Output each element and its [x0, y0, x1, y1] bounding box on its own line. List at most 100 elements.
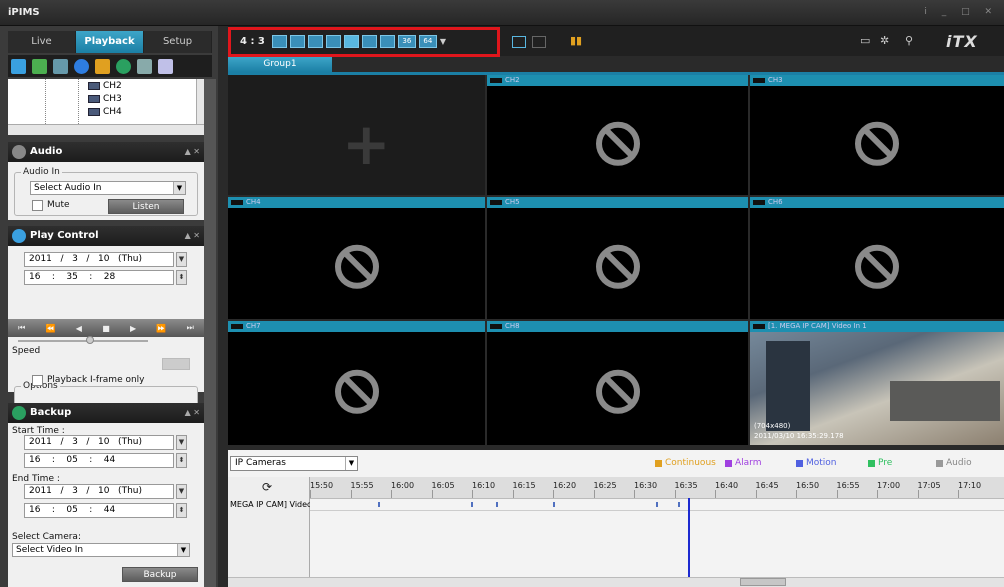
play-time-field[interactable]: 16 : 35 : 28: [24, 270, 174, 285]
time-spinner[interactable]: ⬍: [176, 270, 187, 285]
fullscreen-icon[interactable]: [512, 36, 526, 48]
start-time-spinner[interactable]: ⬍: [176, 453, 187, 468]
backup-header[interactable]: Backup ▲ ✕: [8, 403, 204, 423]
tab-live[interactable]: Live: [8, 31, 76, 53]
globe-icon[interactable]: [74, 58, 89, 74]
sequence-icon[interactable]: [532, 36, 546, 48]
camera-group-select-value: IP Cameras: [235, 458, 286, 468]
app-title: iPIMS: [8, 7, 40, 18]
video-cell-ch3[interactable]: CH3: [750, 75, 1004, 195]
start-date-field[interactable]: 2011 / 3 / 10 (Thu): [24, 435, 174, 450]
select-camera-label: Select Camera:: [12, 532, 81, 542]
timeline-tick-label: 16:35: [674, 481, 698, 490]
date-dropdown[interactable]: ▼: [176, 252, 187, 267]
panel-scrollbar[interactable]: [204, 79, 216, 587]
speed-slider-knob[interactable]: [86, 336, 94, 344]
timeline-tick-label: 16:50: [796, 481, 820, 490]
panel-toolbar: [8, 55, 212, 77]
camera-icon[interactable]: [53, 58, 68, 74]
timeline-tick-line: [877, 490, 878, 498]
tree-horizontal-scrollbar[interactable]: [8, 124, 204, 135]
end-time-spinner[interactable]: ⬍: [176, 503, 187, 518]
play-reverse-icon[interactable]: ◀: [76, 324, 82, 333]
tree-item-ch2[interactable]: CH2: [88, 81, 122, 91]
end-time-field[interactable]: 16 : 05 : 44: [24, 503, 174, 518]
timeline-tick-line: [917, 490, 919, 498]
video-cell-live-camera[interactable]: [1. MEGA IP CAM] Video In 1 (704x480) 20…: [750, 321, 1004, 445]
last-frame-icon[interactable]: ⏭: [187, 323, 194, 333]
audio-header[interactable]: Audio ▲ ✕: [8, 142, 204, 162]
grid-icon[interactable]: [32, 58, 47, 74]
step-forward-icon[interactable]: ⏩: [156, 324, 166, 333]
camera-select[interactable]: Select Video In ▼: [12, 543, 190, 557]
audio-in-select[interactable]: Select Audio In ▼: [30, 181, 186, 195]
timeline-scroll-thumb[interactable]: [740, 578, 786, 586]
stop-icon[interactable]: ■: [102, 324, 110, 333]
title-bar: iPIMS i _ □ ✕: [0, 0, 1004, 26]
tree-item-ch3[interactable]: CH3: [88, 94, 122, 104]
speed-reset-button[interactable]: [162, 358, 190, 370]
timeline-tick-label: 16:20: [553, 481, 577, 490]
listen-button[interactable]: Listen: [108, 199, 184, 214]
video-cell-ch4[interactable]: CH4: [228, 197, 485, 319]
video-cell-empty[interactable]: +: [228, 75, 485, 195]
video-cell-ch8[interactable]: CH8: [487, 321, 748, 445]
audio-level-icon[interactable]: ▮▮: [570, 34, 582, 47]
video-cell-ch2[interactable]: CH2: [487, 75, 748, 195]
timeline-scrollbar[interactable]: [228, 577, 1004, 587]
gear-icon[interactable]: ✲: [880, 34, 889, 47]
display-icon[interactable]: ▭: [860, 34, 870, 47]
event-icon[interactable]: [95, 58, 110, 74]
legend-pre: Pre: [868, 458, 892, 468]
layout-highlight-box: [228, 27, 500, 57]
step-back-icon[interactable]: ⏪: [46, 324, 56, 333]
start-time-field[interactable]: 16 : 05 : 44: [24, 453, 174, 468]
video-cell-ch6[interactable]: CH6: [750, 197, 1004, 319]
audio-title: Audio: [30, 146, 63, 157]
video-cell-ch5[interactable]: CH5: [487, 197, 748, 319]
mute-checkbox[interactable]: [32, 200, 43, 211]
legend-swatch: [868, 459, 875, 467]
camera-group-select[interactable]: IP Cameras ▼: [230, 456, 358, 471]
tree-item-ch4[interactable]: CH4: [88, 107, 122, 117]
first-frame-icon[interactable]: ⏮: [18, 323, 25, 333]
video-cell-ch7[interactable]: CH7: [228, 321, 485, 445]
recording-mark: [656, 502, 658, 507]
timeline-panel: IP Cameras ▼ Continuous Alarm Motion Pre …: [228, 450, 1004, 587]
collapse-close-icons[interactable]: ▲ ✕: [185, 403, 200, 423]
settings-icon[interactable]: [158, 58, 173, 74]
tab-setup[interactable]: Setup: [144, 31, 212, 53]
playback-cursor[interactable]: [688, 498, 690, 577]
refresh-icon[interactable]: ⟳: [262, 480, 272, 494]
speed-slider[interactable]: [18, 340, 148, 342]
backup-button[interactable]: Backup: [122, 567, 198, 582]
timeline-tick-line: [836, 490, 838, 498]
left-panel: Live Playback Setup CH2 CH3 CH4 Audio ▲ …: [0, 26, 218, 587]
start-date-dropdown[interactable]: ▼: [176, 435, 187, 450]
no-signal-icon: [595, 121, 640, 166]
timeline-tick-label: 16:05: [431, 481, 455, 490]
iframe-checkbox[interactable]: [32, 375, 43, 386]
add-camera-icon[interactable]: +: [342, 115, 391, 173]
timeline-tick-line: [512, 490, 514, 498]
monitor-icon[interactable]: [11, 58, 26, 74]
tab-group1[interactable]: Group1: [228, 57, 332, 72]
end-date-dropdown[interactable]: ▼: [176, 484, 187, 499]
collapse-close-icons[interactable]: ▲ ✕: [185, 142, 200, 162]
tab-playback[interactable]: Playback: [76, 31, 144, 53]
legend-alarm: Alarm: [725, 458, 761, 468]
cell-label: CH8: [487, 321, 748, 332]
play-icon[interactable]: ▶: [130, 324, 136, 333]
collapse-close-icons[interactable]: ▲ ✕: [185, 226, 200, 246]
window-controls[interactable]: i _ □ ✕: [924, 7, 998, 17]
search-icon[interactable]: ⚲: [905, 34, 913, 47]
play-date-field[interactable]: 2011 / 3 / 10 (Thu): [24, 252, 174, 267]
timeline-tick-label: 15:55: [350, 481, 374, 490]
timestamp-overlay: 2011/03/10 16:35:29.178: [754, 432, 844, 440]
refresh-icon[interactable]: [116, 58, 131, 74]
play-control-header[interactable]: Play Control ▲ ✕: [8, 226, 204, 246]
audio-in-select-value: Select Audio In: [34, 183, 102, 193]
end-date-field[interactable]: 2011 / 3 / 10 (Thu): [24, 484, 174, 499]
backup-icon[interactable]: [137, 58, 152, 74]
timeline-tick-line: [593, 490, 595, 498]
